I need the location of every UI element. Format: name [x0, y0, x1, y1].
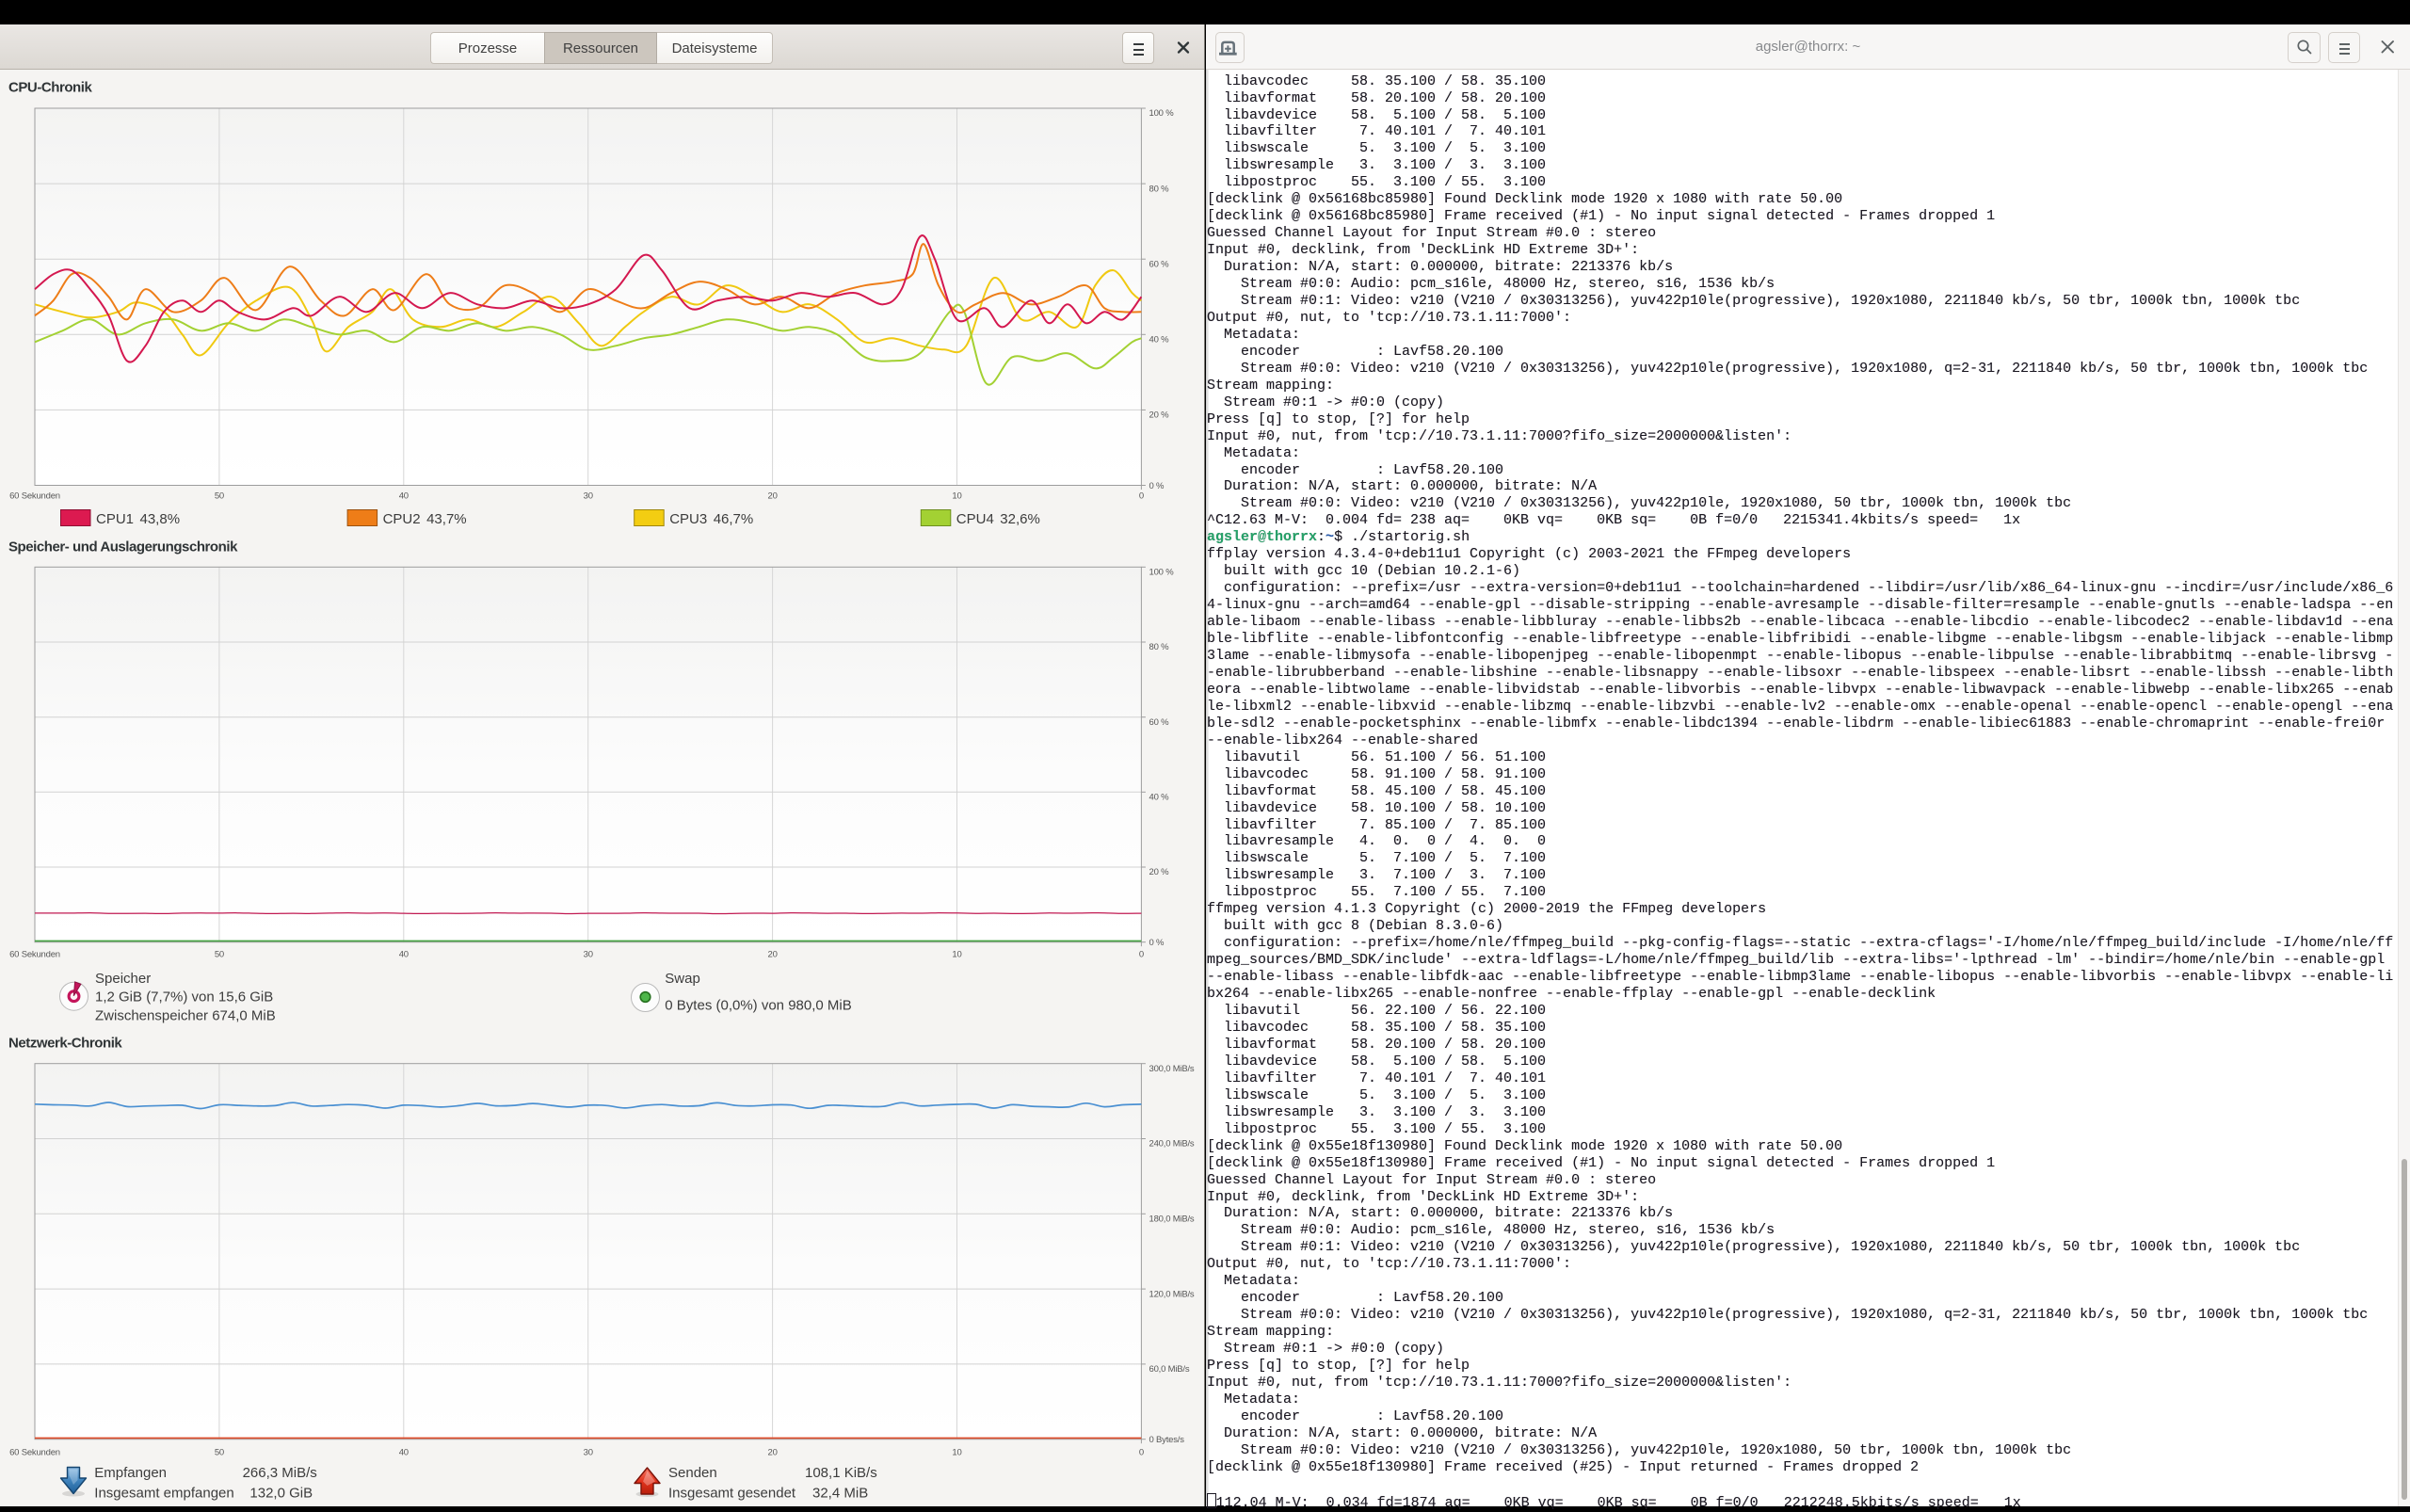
svg-text:20: 20 — [768, 950, 778, 960]
svg-text:Insgesamt gesendet: Insgesamt gesendet — [668, 1485, 796, 1501]
svg-text:10: 10 — [952, 1447, 961, 1457]
svg-text:CPU2: CPU2 — [383, 511, 421, 527]
svg-text:60 %: 60 % — [1149, 717, 1170, 728]
svg-text:60 Sekunden: 60 Sekunden — [9, 950, 60, 960]
svg-text:0: 0 — [1139, 1447, 1144, 1457]
svg-text:Zwischenspeicher 674,0 MiB: Zwischenspeicher 674,0 MiB — [95, 1008, 276, 1024]
svg-text:20: 20 — [768, 491, 778, 502]
svg-text:50: 50 — [215, 1447, 224, 1457]
svg-text:266,3 MiB/s: 266,3 MiB/s — [243, 1465, 317, 1481]
svg-text:40: 40 — [399, 1447, 409, 1457]
svg-text:Netzwerk-Chronik: Netzwerk-Chronik — [8, 1036, 122, 1052]
svg-text:0 Bytes/s: 0 Bytes/s — [1149, 1435, 1185, 1445]
svg-text:30: 30 — [584, 491, 593, 502]
svg-text:Senden: Senden — [668, 1465, 717, 1481]
svg-text:0 Bytes (0,0%) von 980,0 MiB: 0 Bytes (0,0%) von 980,0 MiB — [665, 997, 851, 1013]
svg-text:240,0 MiB/s: 240,0 MiB/s — [1149, 1139, 1195, 1150]
svg-text:CPU3: CPU3 — [669, 511, 707, 527]
svg-text:180,0 MiB/s: 180,0 MiB/s — [1149, 1214, 1195, 1225]
svg-text:100 %: 100 % — [1149, 108, 1175, 119]
svg-text:10: 10 — [952, 491, 961, 502]
svg-text:120,0 MiB/s: 120,0 MiB/s — [1149, 1289, 1195, 1299]
svg-text:60 %: 60 % — [1149, 259, 1170, 269]
svg-text:CPU4: CPU4 — [956, 511, 994, 527]
svg-text:100 %: 100 % — [1149, 568, 1175, 578]
svg-text:40 %: 40 % — [1149, 335, 1170, 346]
svg-text:Insgesamt empfangen: Insgesamt empfangen — [94, 1485, 233, 1501]
svg-text:80 %: 80 % — [1149, 642, 1170, 652]
svg-text:20 %: 20 % — [1149, 867, 1170, 877]
svg-text:132,0 GiB: 132,0 GiB — [249, 1485, 313, 1501]
svg-text:30: 30 — [584, 950, 593, 960]
svg-text:60 Sekunden: 60 Sekunden — [9, 1447, 60, 1457]
svg-text:CPU1: CPU1 — [96, 511, 134, 527]
svg-text:Speicher- und Auslagerungschro: Speicher- und Auslagerungschronik — [8, 539, 238, 555]
svg-text:40: 40 — [399, 950, 409, 960]
svg-text:Speicher: Speicher — [95, 971, 151, 987]
svg-text:1,2 GiB (7,7%) von 15,6 GiB: 1,2 GiB (7,7%) von 15,6 GiB — [95, 989, 273, 1005]
svg-text:40: 40 — [399, 491, 409, 502]
svg-text:108,1 KiB/s: 108,1 KiB/s — [805, 1465, 877, 1481]
svg-text:Empfangen: Empfangen — [94, 1465, 167, 1481]
svg-text:0 %: 0 % — [1149, 481, 1165, 491]
svg-text:32,4 MiB: 32,4 MiB — [812, 1485, 868, 1501]
svg-text:50: 50 — [215, 950, 224, 960]
svg-text:0 %: 0 % — [1149, 938, 1165, 948]
svg-text:60 Sekunden: 60 Sekunden — [9, 491, 60, 502]
svg-text:60,0 MiB/s: 60,0 MiB/s — [1149, 1364, 1190, 1375]
svg-text:300,0 MiB/s: 300,0 MiB/s — [1149, 1064, 1195, 1074]
svg-text:20 %: 20 % — [1149, 410, 1170, 421]
svg-text:CPU-Chronik: CPU-Chronik — [8, 80, 92, 96]
svg-text:10: 10 — [952, 950, 961, 960]
svg-text:Swap: Swap — [665, 971, 700, 987]
svg-text:40 %: 40 % — [1149, 793, 1170, 803]
svg-text:0: 0 — [1139, 950, 1144, 960]
svg-text:20: 20 — [768, 1447, 778, 1457]
svg-text:0: 0 — [1139, 491, 1144, 502]
svg-text:43,8%: 43,8% — [140, 511, 181, 527]
svg-text:30: 30 — [584, 1447, 593, 1457]
svg-text:43,7%: 43,7% — [426, 511, 467, 527]
svg-text:80 %: 80 % — [1149, 184, 1170, 194]
svg-text:50: 50 — [215, 491, 224, 502]
svg-text:32,6%: 32,6% — [1000, 511, 1040, 527]
svg-text:46,7%: 46,7% — [714, 511, 754, 527]
